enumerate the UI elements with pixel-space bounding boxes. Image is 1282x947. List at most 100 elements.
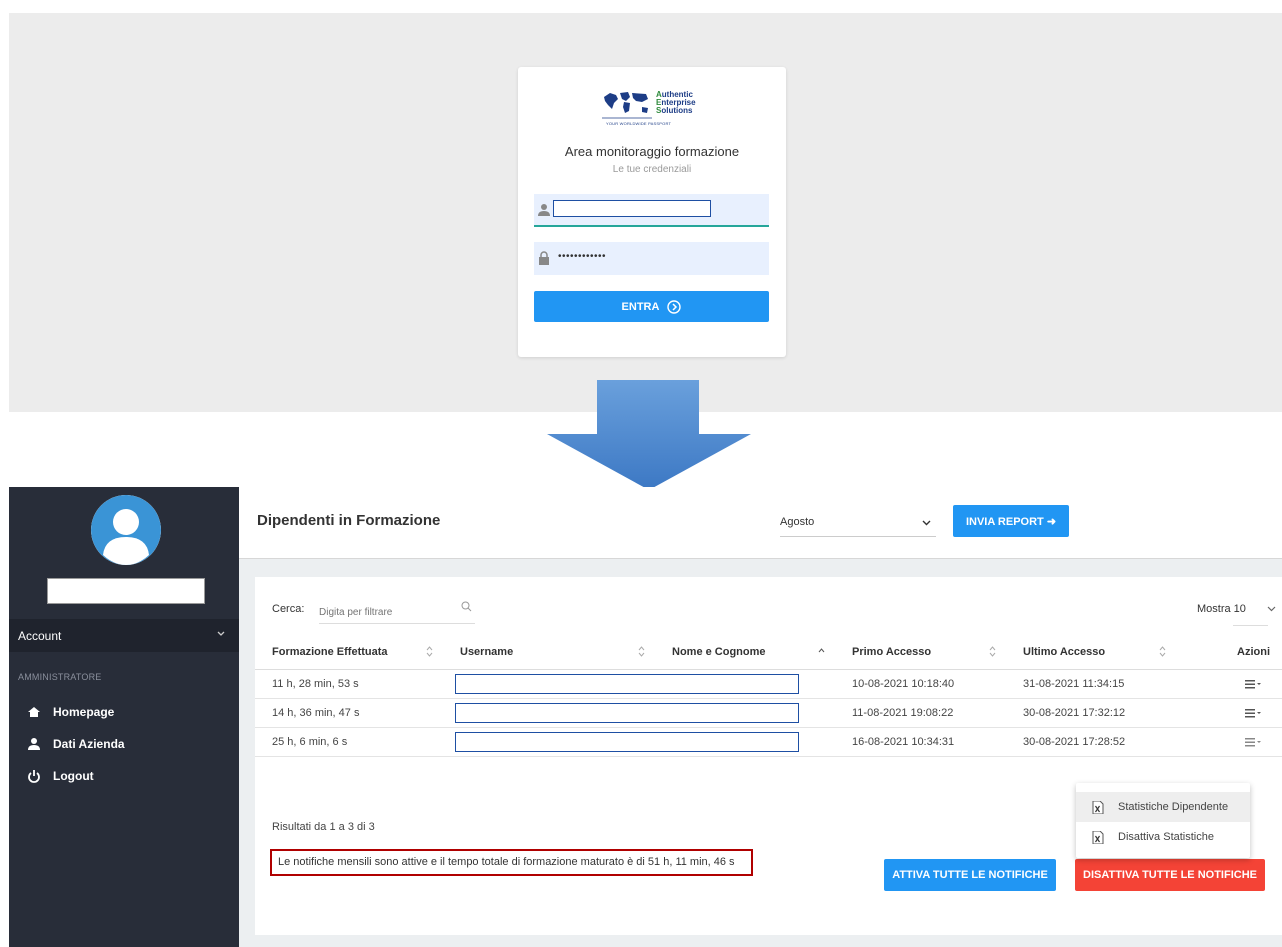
cell-actions [1176,698,1282,728]
chevron-down-icon [1267,606,1276,612]
column-header-primo-accesso[interactable]: Primo Accesso [835,635,1006,670]
world-map-icon [602,92,652,119]
cell-actions [1176,669,1282,699]
row-menu-icon[interactable] [1245,708,1261,718]
account-menu[interactable]: Account [9,619,239,652]
company-logo: Authentic Enterprise Solutions YOUR WORL… [602,89,702,129]
cell-formazione: 25 h, 6 min, 6 s [255,727,443,757]
cell-primo-accesso: 10-08-2021 10:18:40 [835,669,1006,699]
sort-icon [1159,646,1166,657]
menu-item-label: Statistiche Dipendente [1118,801,1229,813]
cell-primo-accesso: 11-08-2021 19:08:22 [835,698,1006,728]
down-arrow-icon [547,380,751,490]
sort-icon [989,646,996,657]
password-input[interactable]: •••••••••••• [558,251,606,262]
logo-tagline: YOUR WORLDWIDE PASSPORT [606,121,672,126]
chevron-down-icon [922,520,931,526]
cell-redacted-user [443,727,835,757]
cell-ultimo-accesso: 31-08-2021 11:34:15 [1006,669,1176,699]
sort-icon [638,646,645,657]
redacted-username [47,578,205,604]
column-header-formazione[interactable]: Formazione Effettuata [255,635,443,670]
disable-all-label: DISATTIVA TUTTE LE NOTIFICHE [1083,869,1257,881]
table-row: 11 h, 28 min, 53 s 10-08-2021 10:18:40 3… [255,669,1282,699]
send-report-label: INVIA REPORT ➜ [965,515,1057,528]
redacted-field [455,731,799,752]
sort-icon [426,646,433,657]
send-report-button[interactable]: INVIA REPORT ➜ [953,505,1069,537]
employees-card: Cerca: Mostra 10 Formazione Effettuata U… [255,577,1282,935]
sidebar: Account AMMINISTRATORE Homepage Dati Azi… [9,487,239,947]
menu-item-label: Disattiva Statistiche [1118,831,1214,843]
sidebar-item-label: Dati Azienda [53,737,125,751]
cell-actions [1176,727,1282,757]
user-icon [538,204,550,216]
column-header-label: Formazione Effettuata [272,645,388,658]
notification-summary: Le notifiche mensili sono attive e il te… [270,849,753,876]
column-header-label: Primo Accesso [852,645,932,658]
login-card: Authentic Enterprise Solutions YOUR WORL… [518,67,786,357]
table-row: 14 h, 36 min, 47 s 11-08-2021 19:08:22 3… [255,698,1282,728]
header-bar: Dipendenti in Formazione Agosto INVIA RE… [239,487,1282,559]
home-icon [28,707,40,717]
row-action-menu: Statistiche Dipendente Disattiva Statist… [1076,783,1250,858]
cell-redacted-user [443,698,835,728]
column-header-label: Azioni [1237,645,1270,658]
column-header-label: Nome e Cognome [672,645,766,658]
employees-table: Formazione Effettuata Username Nome e Co… [255,635,1282,757]
login-title: Area monitoraggio formazione [564,144,740,159]
page-title: Dipendenti in Formazione [257,512,441,529]
cell-ultimo-accesso: 30-08-2021 17:28:52 [1006,727,1176,757]
main-content: Dipendenti in Formazione Agosto INVIA RE… [239,487,1282,947]
sidebar-item-dati-azienda[interactable]: Dati Azienda [9,732,239,756]
page-size-underline [1233,625,1268,626]
cell-primo-accesso: 16-08-2021 10:34:31 [835,727,1006,757]
column-header-nome[interactable]: Nome e Cognome [655,635,835,670]
search-label: Cerca: [272,603,305,615]
cell-formazione: 14 h, 36 min, 47 s [255,698,443,728]
avatar-user-icon [91,495,161,565]
login-subtitle: Le tue credenziali [612,164,692,175]
enable-all-notifications-button[interactable]: ATTIVA TUTTE LE NOTIFICHE [884,859,1056,891]
login-submit-button[interactable]: ENTRA [534,291,769,322]
avatar [91,495,161,565]
menu-item-disattiva-statistiche[interactable]: Disattiva Statistiche [1076,822,1250,852]
menu-item-statistiche-dipendente[interactable]: Statistiche Dipendente [1076,792,1250,822]
column-header-ultimo-accesso[interactable]: Ultimo Accesso [1006,635,1176,670]
cell-ultimo-accesso: 30-08-2021 17:32:12 [1006,698,1176,728]
logo-wordmark: Authentic Enterprise Solutions [656,90,696,115]
sidebar-item-logout[interactable]: Logout [9,764,239,788]
excel-file-icon [1092,830,1104,844]
page-size-select[interactable]: Mostra 10 [1197,603,1246,615]
excel-file-icon [1092,800,1104,814]
cell-formazione: 11 h, 28 min, 53 s [255,669,443,699]
row-menu-icon[interactable] [1245,737,1261,747]
disable-all-notifications-button[interactable]: DISATTIVA TUTTE LE NOTIFICHE [1075,859,1265,891]
row-menu-icon[interactable] [1245,679,1261,689]
account-label: Account [18,628,62,643]
month-select-value: Agosto [780,516,815,528]
sidebar-item-homepage[interactable]: Homepage [9,700,239,724]
chevron-down-icon [217,631,225,636]
sort-ascending-icon [818,648,825,653]
table-header-row: Formazione Effettuata Username Nome e Co… [255,635,1282,670]
table-row: 25 h, 6 min, 6 s 16-08-2021 10:34:31 30-… [255,727,1282,757]
month-select[interactable]: Agosto [780,507,936,537]
username-field [534,194,769,227]
results-count: Risultati da 1 a 3 di 3 [272,821,375,833]
redacted-field [455,702,799,723]
password-field: •••••••••••• [534,242,769,275]
column-header-username[interactable]: Username [443,635,655,670]
arrow-circle-right-icon [667,299,682,314]
search-input[interactable] [319,597,475,624]
sidebar-item-label: Homepage [53,705,115,719]
column-header-azioni: Azioni [1176,635,1282,670]
username-input[interactable] [553,200,711,217]
login-submit-label: ENTRA [621,300,660,313]
redacted-field [455,673,799,694]
power-icon [28,770,40,783]
user-icon [28,738,40,750]
column-header-label: Username [460,645,514,658]
enable-all-label: ATTIVA TUTTE LE NOTIFICHE [892,869,1048,881]
cell-redacted-user [443,669,835,699]
